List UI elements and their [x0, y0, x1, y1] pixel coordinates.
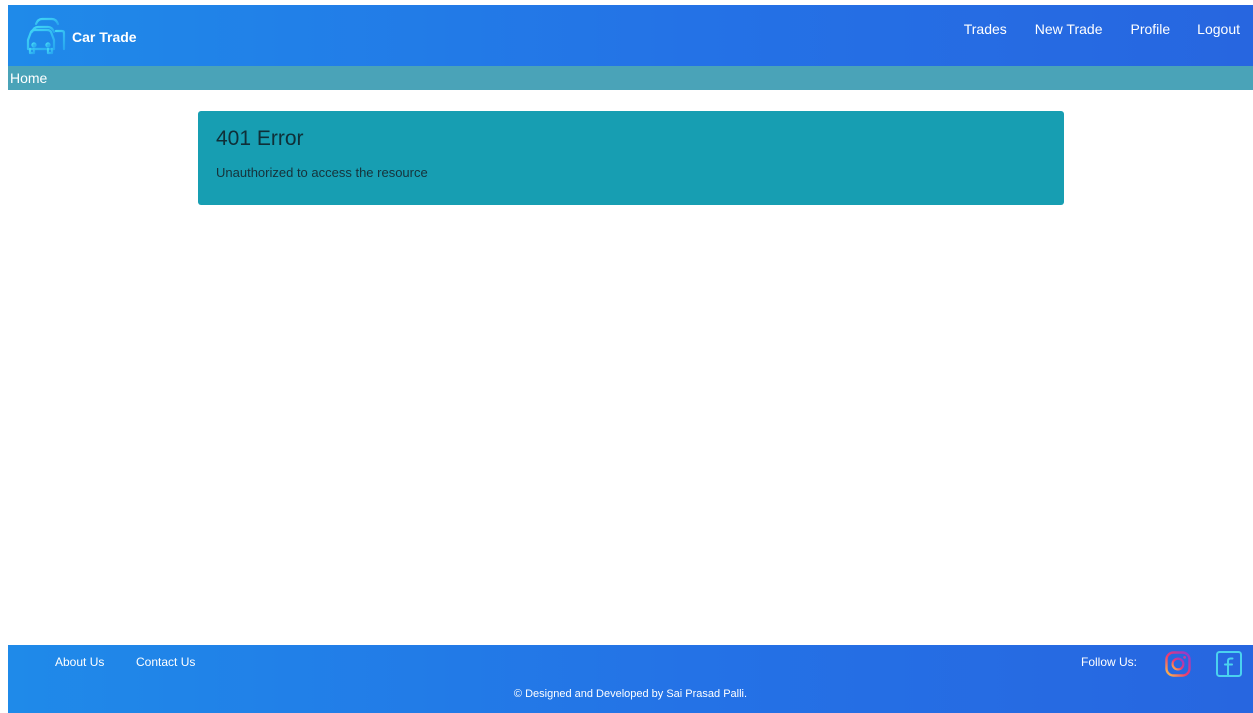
- error-alert: 401 Error Unauthorized to access the res…: [198, 111, 1064, 205]
- nav-links: Trades New Trade Profile Logout: [964, 5, 1253, 66]
- brand-name: Car Trade: [72, 28, 137, 45]
- footer: About Us Contact Us Follow Us: © Designe…: [8, 645, 1253, 713]
- brand-link[interactable]: Car Trade: [24, 14, 137, 58]
- instagram-icon[interactable]: [1164, 650, 1192, 678]
- nav-link-logout[interactable]: Logout: [1197, 21, 1240, 37]
- error-title: 401 Error: [216, 127, 304, 150]
- error-message: Unauthorized to access the resource: [216, 165, 428, 180]
- nav-link-profile[interactable]: Profile: [1130, 21, 1170, 37]
- facebook-icon[interactable]: [1215, 650, 1243, 678]
- breadcrumb-home[interactable]: Home: [10, 70, 47, 86]
- footer-link-about-us[interactable]: About Us: [55, 655, 104, 669]
- footer-link-contact-us[interactable]: Contact Us: [136, 655, 195, 669]
- page: Car Trade Trades New Trade Profile Logou…: [0, 0, 1253, 713]
- nav-link-trades[interactable]: Trades: [964, 21, 1007, 37]
- breadcrumb: Home: [8, 66, 1253, 90]
- navbar: Car Trade Trades New Trade Profile Logou…: [8, 5, 1253, 66]
- nav-link-new-trade[interactable]: New Trade: [1035, 21, 1103, 37]
- car-trade-logo-icon: [26, 17, 66, 54]
- copyright-text: © Designed and Developed by Sai Prasad P…: [513, 688, 748, 700]
- follow-us-label: Follow Us:: [1081, 655, 1138, 669]
